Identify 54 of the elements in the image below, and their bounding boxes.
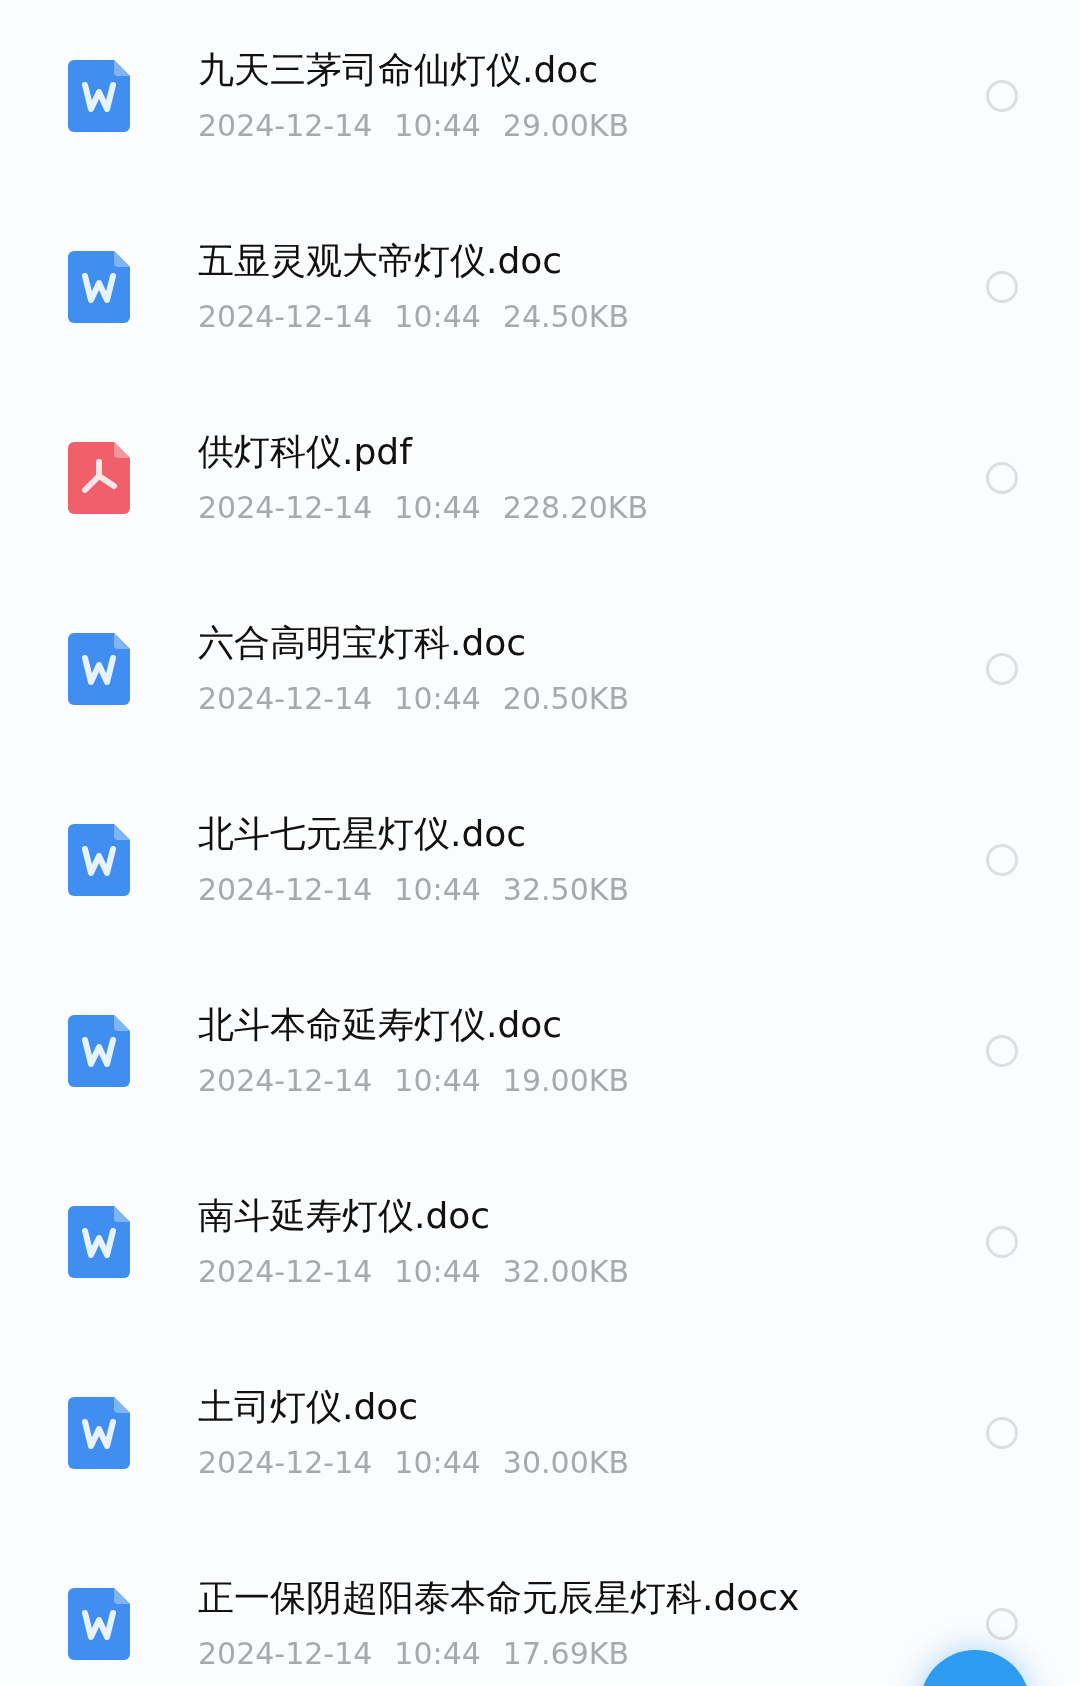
file-date: 2024-12-14 (198, 870, 373, 909)
file-date: 2024-12-14 (198, 297, 373, 336)
file-date: 2024-12-14 (198, 1443, 373, 1482)
file-size: 20.50KB (502, 679, 629, 718)
file-time: 10:44 (394, 1061, 481, 1100)
file-date: 2024-12-14 (198, 1061, 373, 1100)
file-size: 32.00KB (502, 1252, 629, 1291)
pdf-document-icon (68, 441, 130, 514)
file-date: 2024-12-14 (198, 679, 373, 718)
file-size: 29.00KB (502, 106, 629, 145)
select-radio[interactable] (986, 1607, 1018, 1640)
select-radio[interactable] (986, 1034, 1018, 1067)
file-date: 2024-12-14 (198, 106, 373, 145)
file-name: 供灯科仪.pdf (198, 429, 414, 474)
file-date: 2024-12-14 (198, 1634, 373, 1673)
file-size: 32.50KB (502, 870, 629, 909)
file-time: 10:44 (394, 488, 481, 527)
file-name: 北斗七元星灯仪.doc (198, 811, 528, 856)
file-size: 19.00KB (502, 1061, 629, 1100)
file-size: 24.50KB (502, 297, 629, 336)
word-document-icon (68, 59, 130, 132)
file-name: 正一保阴超阳泰本命元辰星灯科.docx (198, 1575, 801, 1620)
file-name: 北斗本命延寿灯仪.doc (198, 1002, 564, 1047)
file-date: 2024-12-14 (198, 488, 373, 527)
word-document-icon (68, 250, 130, 323)
file-name: 土司灯仪.doc (198, 1384, 420, 1429)
file-time: 10:44 (394, 870, 481, 909)
select-radio[interactable] (986, 652, 1018, 685)
file-time: 10:44 (394, 1634, 481, 1673)
file-time: 10:44 (394, 1252, 481, 1291)
file-time: 10:44 (394, 1443, 481, 1482)
file-date: 2024-12-14 (198, 1252, 373, 1291)
file-name: 五显灵观大帝灯仪.doc (198, 238, 564, 283)
select-radio[interactable] (986, 1225, 1018, 1258)
file-name: 南斗延寿灯仪.doc (198, 1193, 492, 1238)
word-document-icon (68, 1014, 130, 1087)
file-time: 10:44 (394, 106, 481, 145)
file-size: 30.00KB (502, 1443, 629, 1482)
select-radio[interactable] (986, 1416, 1018, 1449)
file-size: 228.20KB (502, 488, 649, 527)
select-radio[interactable] (986, 843, 1018, 876)
word-document-icon (68, 823, 130, 896)
file-name: 六合高明宝灯科.doc (198, 620, 528, 665)
word-document-icon (68, 1587, 130, 1660)
word-document-icon (68, 1396, 130, 1469)
file-size: 17.69KB (502, 1634, 629, 1673)
select-radio[interactable] (986, 461, 1018, 494)
select-radio[interactable] (986, 270, 1018, 303)
word-document-icon (68, 1205, 130, 1278)
file-time: 10:44 (394, 297, 481, 336)
word-document-icon (68, 632, 130, 705)
select-radio[interactable] (986, 79, 1018, 112)
file-time: 10:44 (394, 679, 481, 718)
file-name: 九天三茅司命仙灯仪.doc (198, 47, 600, 92)
